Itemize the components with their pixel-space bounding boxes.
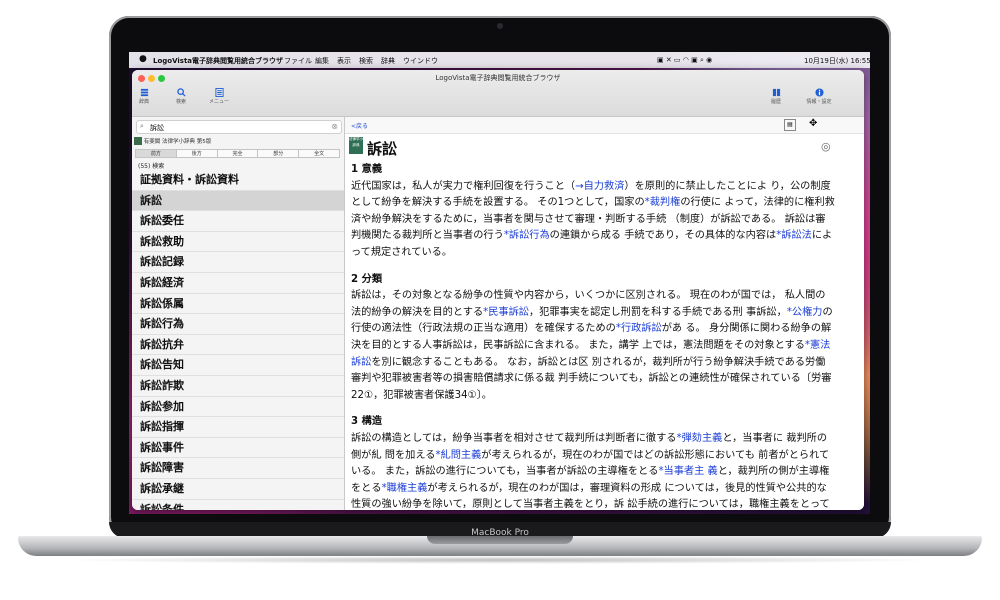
text-span: の連鎖から成る 手続であり，その具体的な内容は [549, 230, 777, 242]
section-text: 訴訟の構造としては，紛争当事者を相対させて裁判所は判断者に徹する*弾劾主義と，当… [351, 431, 835, 510]
entry-list-item[interactable]: 訴訟救助 [132, 232, 344, 253]
cross-reference-link[interactable]: *行政訴訟 [616, 323, 662, 334]
section-text: 近代国家は，私人が実力で権利回復を行うこと（→自力救済）を原則的に禁止したことに… [351, 179, 835, 262]
menu-search[interactable]: 検索 [359, 56, 373, 66]
entry-list-item[interactable]: 訴訟条件 [132, 500, 344, 511]
toolbar-dictionary-button[interactable]: 辞典 [132, 88, 159, 105]
result-count: (55) 検索 [138, 163, 165, 170]
toolbar-info-label: 情報・設定 [806, 99, 832, 105]
menu-edit[interactable]: 編集 [315, 56, 329, 66]
toolbar-search-label: 検索 [175, 99, 186, 105]
entry-list-item[interactable]: 訴訟指揮 [132, 417, 344, 438]
layout-icon[interactable]: ▤ [784, 119, 796, 131]
entry-list-item[interactable]: 訴訟 [132, 190, 344, 212]
entry-list-item[interactable]: 訴訟記録 [132, 252, 344, 273]
cross-reference-link[interactable]: *訴訟法 [776, 230, 812, 241]
history-icon [772, 88, 780, 97]
cross-reference-link[interactable]: *公権力 [787, 307, 823, 318]
headword: 訴訟 [367, 140, 398, 158]
entry-list-item[interactable]: 訴訟行為 [132, 314, 344, 335]
entry-body: 1 意義近代国家は，私人が実力で権利回復を行うこと（→自力救済）を原則的に禁止し… [351, 162, 835, 510]
entry-list: 証拠資料・訴訟資料 訴訟 訴訟委任 訴訟救助 訴訟記録 訴訟経済 訴訟係属 訴訟行為 訴訟抗弁訴… [132, 170, 344, 510]
text-span: 訴訟の構造としては，紛争当事者を相対させて裁判所は判断者に徹する [351, 432, 677, 444]
toolbar-search-button[interactable]: 検索 [166, 88, 196, 105]
menu-window[interactable]: ウインドウ [403, 56, 438, 66]
section-heading: 3 構造 [351, 416, 383, 428]
scope-fulltext[interactable]: 全文 [298, 149, 340, 158]
content-pane: <戻る ▤ ✥ 法律学小辞典 訴訟 ◎ 1 意義近代国家は，私人が実力で権利回復… [345, 117, 864, 510]
sidebar: ⌕ 訴訟 ⊗ 有斐閣 法律学小辞典 第5版 前方 後方 完全 部分 全文 (55… [132, 117, 345, 510]
search-icon [176, 88, 186, 97]
cross-reference-link[interactable]: *裁判権 [645, 197, 681, 208]
entry-list-item[interactable]: 訴訟事件 [132, 438, 344, 459]
apple-icon[interactable]: ● [139, 54, 147, 64]
menu-dictionary[interactable]: 辞典 [381, 56, 395, 66]
menu-bar: ● LogoVista電子辞典閲覧用統合ブラウザ ファイル 編集 表示 検索 辞… [129, 52, 870, 68]
menu-view[interactable]: 表示 [337, 56, 351, 66]
app-window: LogoVista電子辞典閲覧用統合ブラウザ 辞典 検索 メニュー 履歴 情報・… [132, 70, 864, 510]
text-span: 近代国家は，私人が実力で権利回復を行うこと（ [351, 180, 576, 192]
cross-reference-link[interactable]: →自力救済 [575, 181, 624, 192]
entry-list-item[interactable]: 訴訟参加 [132, 397, 344, 418]
section-text: 訴訟は，その対象となる紛争の性質や内容から，いくつかに区別される。 現在のわが国… [351, 288, 835, 404]
scope-partial[interactable]: 部分 [257, 149, 300, 158]
menu-file[interactable]: ファイル [284, 56, 312, 66]
scope-exact[interactable]: 完全 [216, 149, 259, 158]
laptop-shadow [60, 556, 940, 564]
dictionary-badge-icon [134, 137, 142, 145]
text-span: ，犯罪事実を認定し刑罰を科する手続である刑 事訴訟， [528, 306, 787, 318]
entry-list-item[interactable]: 証拠資料・訴訟資料 [132, 170, 344, 191]
info-icon [814, 88, 824, 97]
toolbar-menu-button[interactable]: メニュー [204, 88, 234, 105]
status-icons[interactable]: ▣ ✕ ▭ ◠ ▣ ⌕ ◉ [657, 56, 712, 65]
toolbar-history-label: 履歴 [770, 99, 781, 105]
bookmark-icon[interactable]: ◎ [821, 140, 831, 153]
dictionary-name: 有斐閣 法律学小辞典 第5版 [143, 139, 212, 145]
cross-reference-link[interactable]: *訴訟行為 [504, 230, 550, 241]
menu-clock[interactable]: 10月19日(水) 16:55 [804, 56, 870, 66]
entry-list-item[interactable]: 訴訟障害 [132, 458, 344, 479]
search-field[interactable]: ⌕ 訴訟 ⊗ [136, 120, 342, 134]
entry-list-item[interactable]: 訴訟抗弁 [132, 335, 344, 356]
dictionary-selector[interactable]: 有斐閣 法律学小辞典 第5版 [134, 137, 342, 147]
search-scope-tabs: 前方 後方 完全 部分 全文 [135, 149, 340, 158]
cross-reference-link[interactable]: *当事者主 義 [658, 466, 717, 477]
menu-icon [214, 88, 224, 97]
toolbar-info-button[interactable]: 情報・設定 [804, 88, 834, 105]
move-icon[interactable]: ✥ [809, 118, 817, 129]
window-title: LogoVista電子辞典閲覧用統合ブラウザ [435, 74, 561, 82]
toolbar-menu-label: メニュー [208, 99, 229, 105]
scope-backward[interactable]: 後方 [175, 149, 218, 158]
entry-list-item[interactable]: 訴訟委任 [132, 211, 344, 232]
toolbar-history-button[interactable]: 履歴 [761, 88, 791, 105]
cross-reference-link[interactable]: *糺問主義 [435, 450, 481, 461]
menu-app-name[interactable]: LogoVista電子辞典閲覧用統合ブラウザ [153, 56, 283, 66]
entry-list-item[interactable]: 訴訟告知 [132, 355, 344, 376]
search-icon: ⌕ [140, 122, 144, 130]
camera [497, 23, 503, 29]
laptop-notch [427, 536, 573, 544]
search-input-value[interactable]: 訴訟 [150, 123, 164, 133]
title-bar: LogoVista電子辞典閲覧用統合ブラウザ 辞典 検索 メニュー 履歴 情報・… [132, 70, 864, 117]
toolbar-dictionary-label: 辞典 [138, 99, 149, 105]
cross-reference-link[interactable]: *民事訴訟 [483, 307, 529, 318]
cross-reference-link[interactable]: *弾劾主義 [677, 433, 723, 444]
cross-reference-link[interactable]: *職権主義 [382, 483, 428, 494]
scope-forward[interactable]: 前方 [135, 149, 177, 158]
content-nav-bar: <戻る ▤ ✥ [345, 117, 864, 134]
clear-search-icon[interactable]: ⊗ [331, 122, 338, 131]
entry-list-item[interactable]: 訴訟係属 [132, 294, 344, 315]
entry-list-item[interactable]: 訴訟経済 [132, 273, 344, 294]
section-heading: 2 分類 [351, 273, 383, 285]
entry-list-item[interactable]: 訴訟承継 [132, 479, 344, 500]
section-heading: 1 意義 [351, 164, 383, 175]
screen: ● LogoVista電子辞典閲覧用統合ブラウザ ファイル 編集 表示 検索 辞… [129, 52, 870, 514]
dictionary-badge: 法律学小辞典 [349, 137, 363, 154]
entry-list-item[interactable]: 訴訟詐欺 [132, 376, 344, 397]
text-span: を別に観念することもある。 なお，訴訟とは区 別されるが，裁判所が行う紛争解決手… [351, 356, 832, 401]
dictionary-icon [140, 88, 148, 97]
back-button[interactable]: <戻る [351, 121, 368, 130]
